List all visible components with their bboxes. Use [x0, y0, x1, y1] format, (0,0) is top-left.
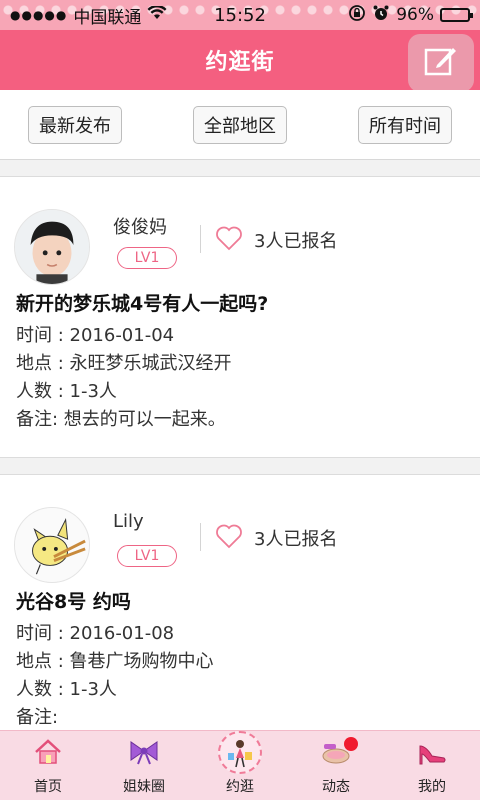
- username: Lily: [113, 511, 144, 532]
- page-title: 约逛街: [205, 50, 275, 75]
- header-bar: 约逛街: [0, 30, 480, 92]
- filter-latest-button[interactable]: 最新发布: [28, 105, 122, 144]
- level-badge: LV1: [117, 247, 177, 269]
- post-feed[interactable]: 俊俊妈 LV1 3人已报名 新开的梦乐城4号有人一起吗? 时间 : 2016-0…: [0, 176, 480, 730]
- post-place: 地点 : 鲁巷广场购物中心: [16, 651, 214, 672]
- tab-sisters[interactable]: 姐妹圈: [96, 731, 192, 800]
- post-time: 时间 : 2016-01-04: [16, 325, 175, 346]
- shopping-girl-icon: [218, 731, 262, 774]
- post-title: 光谷8号 约吗: [16, 591, 131, 613]
- divider: [200, 523, 201, 551]
- compose-icon: [423, 43, 459, 83]
- filter-bar: 最新发布 全部地区 所有时间: [0, 90, 480, 160]
- post-note: 备注: 想去的可以一起来。: [16, 409, 226, 430]
- post-card[interactable]: Lily LV1 3人已报名 光谷8号 约吗 时间 : 2016-01-08 地…: [0, 474, 480, 730]
- avatar[interactable]: [14, 209, 90, 285]
- username: 俊俊妈: [113, 217, 167, 238]
- heart-icon[interactable]: [215, 225, 243, 251]
- rotation-lock-icon: [348, 4, 366, 27]
- level-badge: LV1: [117, 545, 177, 567]
- post-place: 地点 : 永旺梦乐城武汉经开: [16, 353, 232, 374]
- home-icon: [30, 734, 66, 770]
- status-bar: ●●●●● 中国联通 15:52 96%: [0, 0, 480, 30]
- battery-percent: 96%: [396, 5, 434, 25]
- filter-region-button[interactable]: 全部地区: [193, 105, 287, 144]
- tab-label: 动态: [322, 779, 350, 795]
- battery-icon: [440, 8, 473, 22]
- heart-icon[interactable]: [215, 523, 243, 549]
- post-title: 新开的梦乐城4号有人一起吗?: [16, 293, 269, 315]
- filter-time-button[interactable]: 所有时间: [358, 105, 452, 144]
- post-people: 人数 : 1-3人: [16, 381, 117, 402]
- tab-label: 首页: [34, 779, 62, 795]
- compose-button[interactable]: [408, 34, 474, 92]
- tab-label: 我的: [418, 779, 446, 795]
- tab-shopping[interactable]: 约逛: [192, 731, 288, 800]
- post-note: 备注:: [16, 707, 59, 728]
- avatar[interactable]: [14, 507, 90, 583]
- divider: [200, 225, 201, 253]
- alarm-icon: [372, 4, 390, 27]
- tab-home[interactable]: 首页: [0, 731, 96, 800]
- tab-mine[interactable]: 我的: [384, 731, 480, 800]
- tab-bar: 首页 姐妹圈 约逛 动态 我的: [0, 730, 480, 800]
- post-card[interactable]: 俊俊妈 LV1 3人已报名 新开的梦乐城4号有人一起吗? 时间 : 2016-0…: [0, 176, 480, 458]
- signup-count: 3人已报名: [254, 231, 338, 252]
- tab-feed[interactable]: 动态: [288, 731, 384, 800]
- notification-dot: [344, 737, 358, 751]
- tab-label: 约逛: [226, 779, 254, 795]
- tab-label: 姐妹圈: [123, 779, 165, 795]
- high-heel-icon: [414, 734, 450, 770]
- signup-count: 3人已报名: [254, 529, 338, 550]
- post-people: 人数 : 1-3人: [16, 679, 117, 700]
- post-time: 时间 : 2016-01-08: [16, 623, 175, 644]
- bow-icon: [126, 734, 162, 770]
